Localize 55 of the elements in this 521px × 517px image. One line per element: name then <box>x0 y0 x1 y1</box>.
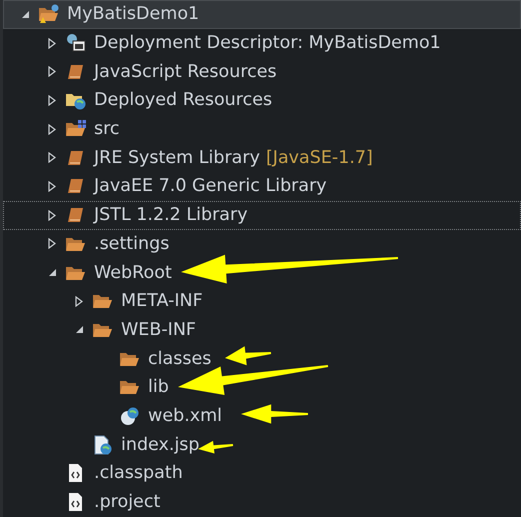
xml-file-icon <box>119 406 141 426</box>
tree-row[interactable]: JSTL 1.2.2 Library <box>3 200 521 230</box>
tree-row[interactable]: JRE System Library [JavaSE-1.7] <box>3 143 521 172</box>
tree-item-label: JSTL 1.2.2 Library <box>94 205 248 226</box>
descriptor-icon <box>65 33 87 54</box>
tree-row[interactable]: META-INF <box>3 286 521 316</box>
tree-item-label: .project <box>94 492 160 512</box>
tree-item-label: .classpath <box>94 463 183 484</box>
collapsed-arrow-icon[interactable] <box>48 238 56 250</box>
expanded-arrow-icon[interactable] <box>20 10 30 19</box>
library-version-label: [JavaSE-1.7] <box>266 148 373 168</box>
tree-row[interactable]: JavaEE 7.0 Generic Library <box>3 172 521 201</box>
collapsed-arrow-icon[interactable] <box>75 296 83 307</box>
project-folder-icon <box>38 4 60 24</box>
tree-item-label: META-INF <box>121 291 203 312</box>
arrow-drawing <box>241 404 308 424</box>
tree-row[interactable]: .classpath <box>3 459 521 488</box>
tree-item-label: classes <box>148 348 212 369</box>
tree-row[interactable]: Deployment Descriptor: MyBatisDemo1 <box>3 28 521 58</box>
tree-row[interactable]: lib <box>3 372 521 402</box>
jsp-file-icon <box>92 434 114 455</box>
tree-item-label: JRE System Library <box>94 148 260 168</box>
tree-item-label: .settings <box>94 234 170 254</box>
tree-item-label: WEB-INF <box>121 320 196 340</box>
tree-row[interactable]: WEB-INF <box>3 316 521 344</box>
tree-item-label: Deployment Descriptor: MyBatisDemo1 <box>94 33 441 54</box>
tree-item-label: Deployed Resources <box>94 90 272 110</box>
tree-row[interactable]: classes <box>3 344 521 373</box>
arrow-drawing <box>198 440 234 454</box>
collapsed-arrow-icon[interactable] <box>48 66 56 78</box>
collapsed-arrow-icon[interactable] <box>48 124 56 135</box>
tree-item-label: WebRoot <box>94 262 172 283</box>
tree-item-label: src <box>94 119 120 140</box>
collapsed-arrow-icon[interactable] <box>48 152 56 164</box>
expanded-arrow-icon[interactable] <box>74 325 84 334</box>
expanded-arrow-icon[interactable] <box>48 268 56 278</box>
collapsed-arrow-icon[interactable] <box>48 38 56 49</box>
tree-item-label: JavaEE 7.0 Generic Library <box>94 176 327 196</box>
tree-row[interactable]: index.jsp <box>3 430 521 459</box>
tree-row[interactable]: WebRoot <box>3 258 521 287</box>
tree-item-label: lib <box>148 377 169 398</box>
tree-item-label: MyBatisDemo1 <box>67 4 200 24</box>
tree-row[interactable]: src <box>3 114 521 144</box>
tree-row[interactable]: .settings <box>3 230 521 258</box>
tree-row[interactable]: .project <box>3 488 521 516</box>
collapsed-arrow-icon[interactable] <box>48 94 56 106</box>
tree-row[interactable]: web.xml <box>3 402 521 430</box>
tree-row[interactable]: JavaScript Resources <box>3 57 521 86</box>
tree-item-label: index.jsp <box>121 434 200 455</box>
tree-item-label: JavaScript Resources <box>94 62 277 82</box>
tree-row[interactable]: Deployed Resources <box>3 86 521 115</box>
tree-row[interactable]: MyBatisDemo1 <box>3 0 521 29</box>
tree-item-label: web.xml <box>148 406 222 426</box>
collapsed-arrow-icon[interactable] <box>48 180 56 192</box>
collapsed-arrow-icon[interactable] <box>48 210 56 221</box>
